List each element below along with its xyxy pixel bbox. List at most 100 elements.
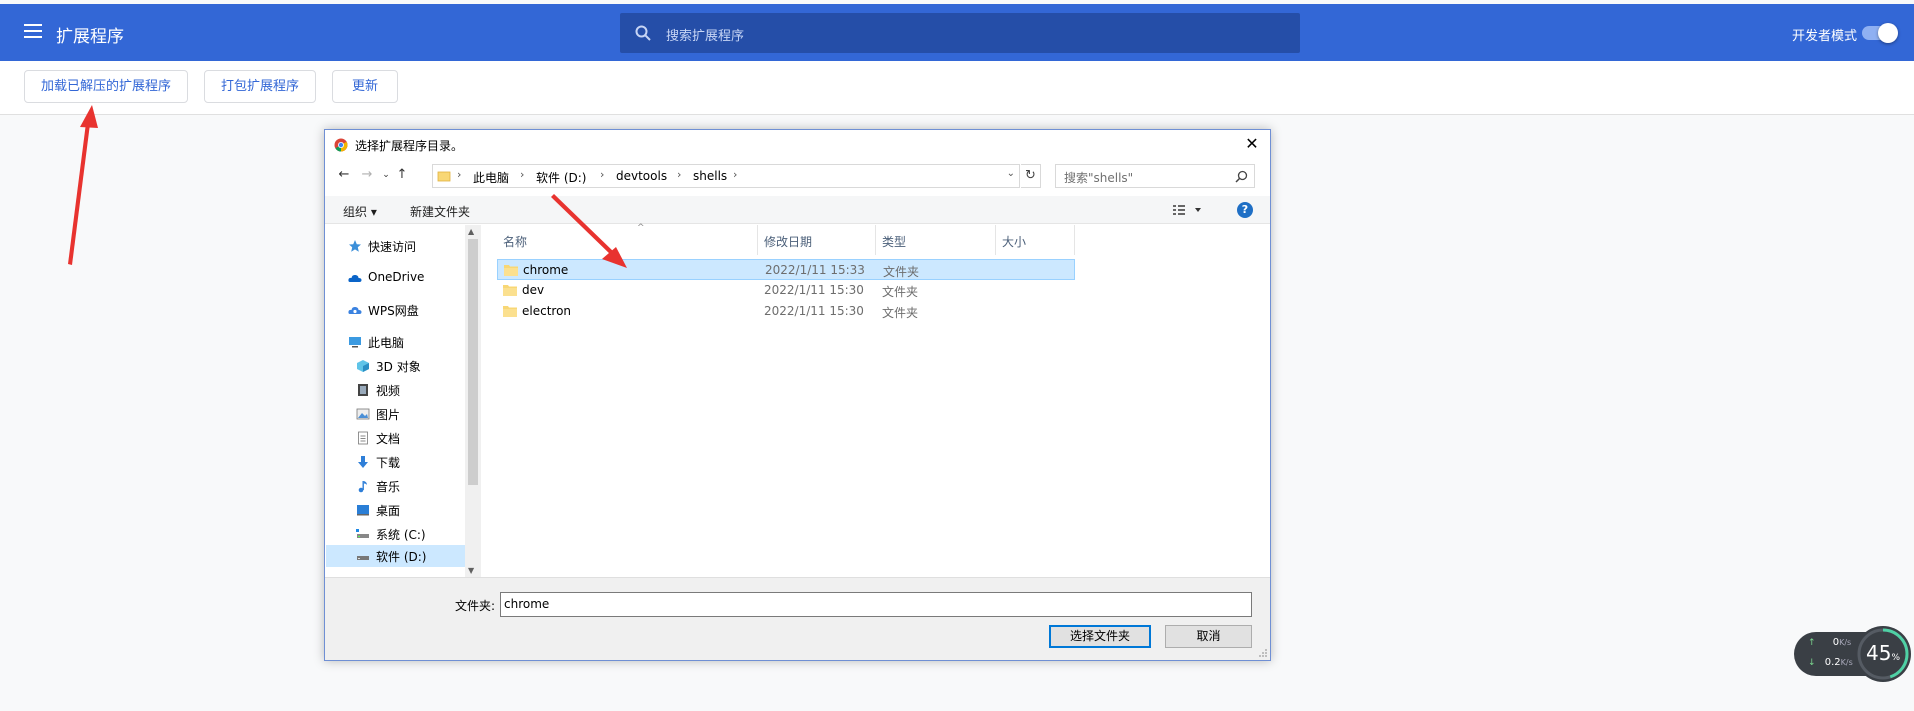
breadcrumb-shells[interactable]: shells <box>693 169 727 183</box>
select-folder-button[interactable]: 选择文件夹 <box>1049 625 1151 648</box>
breadcrumb-chevron-icon: › <box>733 168 738 181</box>
breadcrumb-chevron-icon: › <box>600 168 605 181</box>
screen: 扩展程序 搜索扩展程序 开发者模式 加载已解压的扩展程序 打包扩展程序 更新 选… <box>0 0 1914 711</box>
nav-item-onedrive[interactable]: OneDrive <box>348 267 458 289</box>
download-icon <box>358 456 368 468</box>
folder-icon <box>437 171 451 182</box>
cancel-button[interactable]: 取消 <box>1165 625 1252 648</box>
close-icon[interactable]: ✕ <box>1242 134 1262 154</box>
navigation-scrollbar[interactable]: ▲ ▼ <box>465 225 481 577</box>
dialog-title: 选择扩展程序目录。 <box>355 139 464 153</box>
document-icon <box>358 431 368 445</box>
column-label: 修改日期 <box>764 235 813 249</box>
file-type: 文件夹 <box>883 265 920 279</box>
folder-label: 文件夹: <box>455 599 496 613</box>
folder-icon <box>503 285 517 296</box>
file-row[interactable]: chrome 2022/1/11 15:33 文件夹 <box>497 259 1075 280</box>
nav-item-drive-c[interactable]: 系统 (C:) <box>356 523 458 545</box>
cloud-drive-icon <box>348 306 362 314</box>
hamburger-menu-icon[interactable] <box>24 24 42 38</box>
nav-item-pictures[interactable]: 图片 <box>356 403 458 425</box>
refresh-icon[interactable]: ↻ <box>1021 164 1041 188</box>
file-date: 2022/1/11 15:30 <box>764 283 864 297</box>
nav-item-videos[interactable]: 视频 <box>356 379 458 401</box>
command-bar: 组织 ▾ 新建文件夹 ? <box>325 196 1270 224</box>
file-row[interactable]: dev 2022/1/11 15:30 文件夹 <box>497 280 1075 301</box>
column-header-type[interactable]: 类型 <box>876 225 996 255</box>
computer-icon <box>349 337 361 348</box>
forward-arrow-icon[interactable]: → <box>358 166 376 184</box>
back-arrow-icon[interactable]: ← <box>335 166 353 184</box>
update-button[interactable]: 更新 <box>332 70 398 103</box>
music-icon <box>358 481 367 493</box>
address-dropdown-chevron-icon[interactable]: ⌄ <box>1007 168 1015 179</box>
nav-item-documents[interactable]: 文档 <box>356 427 458 449</box>
address-bar[interactable]: › 此电脑 › 软件 (D:) › devtools › shells › ⌄ <box>432 164 1020 188</box>
up-arrow-icon[interactable]: ↑ <box>393 166 411 184</box>
column-header-modified[interactable]: 修改日期 <box>758 225 876 255</box>
pack-extension-button[interactable]: 打包扩展程序 <box>204 70 316 103</box>
nav-label: WPS网盘 <box>368 304 419 318</box>
dialog-footer: 文件夹: chrome 选择文件夹 取消 <box>325 577 1270 660</box>
nav-item-music[interactable]: 音乐 <box>356 475 458 497</box>
drive-icon <box>357 556 369 560</box>
extensions-header: 扩展程序 搜索扩展程序 开发者模式 <box>0 4 1914 61</box>
extensions-toolbar: 加载已解压的扩展程序 打包扩展程序 更新 <box>0 61 1914 115</box>
nav-label: 音乐 <box>376 480 401 494</box>
column-header-size[interactable]: 大小 <box>996 225 1075 255</box>
load-unpacked-button[interactable]: 加载已解压的扩展程序 <box>24 70 188 103</box>
folder-icon <box>504 265 518 276</box>
scrollbar-thumb[interactable] <box>468 239 478 485</box>
nav-label: 系统 (C:) <box>376 528 426 542</box>
nav-item-desktop[interactable]: 桌面 <box>356 499 458 521</box>
file-row[interactable]: electron 2022/1/11 15:30 文件夹 <box>497 301 1075 322</box>
resize-grip-icon[interactable] <box>1258 648 1268 658</box>
breadcrumb-this-pc[interactable]: 此电脑 <box>473 169 509 186</box>
nav-label: 下载 <box>376 456 401 470</box>
new-folder-button[interactable]: 新建文件夹 <box>410 203 470 220</box>
desktop-icon <box>357 505 369 516</box>
nav-label: 桌面 <box>376 504 401 518</box>
file-name: chrome <box>523 263 569 277</box>
nav-label: 快速访问 <box>368 240 417 254</box>
upload-unit: K/s <box>1839 638 1852 647</box>
column-label: 大小 <box>1002 235 1027 249</box>
dialog-titlebar: 选择扩展程序目录。 ✕ <box>325 130 1270 158</box>
search-placeholder: 搜索扩展程序 <box>666 29 745 44</box>
column-header-name[interactable]: ^ 名称 <box>497 223 758 255</box>
annotation-arrow-load-unpacked <box>68 105 98 265</box>
nav-item-drive-d[interactable]: 软件 (D:) <box>326 545 465 567</box>
drive-icon <box>356 529 369 538</box>
help-icon[interactable]: ? <box>1237 202 1253 218</box>
file-date: 2022/1/11 15:30 <box>764 304 864 318</box>
nav-label: 此电脑 <box>368 336 405 350</box>
view-options-icon[interactable] <box>1173 204 1203 216</box>
nav-item-3d-objects[interactable]: 3D 对象 <box>356 355 458 377</box>
file-list: ^ 名称 修改日期 类型 大小 chrome 2022/1/11 15:33 文… <box>482 223 1270 577</box>
nav-item-wps-drive[interactable]: WPS网盘 <box>348 299 458 321</box>
developer-mode-toggle[interactable] <box>1862 23 1898 43</box>
search-extensions-input[interactable]: 搜索扩展程序 <box>620 13 1300 53</box>
folder-search-input[interactable]: 搜索"shells" <box>1055 164 1255 188</box>
scroll-down-icon[interactable]: ▼ <box>468 566 474 575</box>
nav-label: 软件 (D:) <box>376 550 427 564</box>
file-date: 2022/1/11 15:33 <box>765 263 865 277</box>
memory-usage-gauge[interactable]: 45% <box>1855 626 1911 682</box>
cube-icon <box>357 360 369 372</box>
star-icon <box>349 240 361 252</box>
chrome-logo-icon <box>334 138 348 152</box>
nav-item-this-pc[interactable]: 此电脑 <box>348 331 458 353</box>
download-value: 0.2 <box>1824 657 1841 668</box>
sort-ascending-icon: ^ <box>637 223 645 233</box>
folder-name-input[interactable]: chrome <box>500 592 1252 617</box>
breadcrumb-devtools[interactable]: devtools <box>616 169 667 183</box>
upload-speed: ↑ 0K/s <box>1808 637 1852 648</box>
folder-search-placeholder: 搜索"shells" <box>1064 171 1134 185</box>
breadcrumb-drive-d[interactable]: 软件 (D:) <box>536 169 586 186</box>
file-name: electron <box>522 304 572 318</box>
nav-label: OneDrive <box>368 270 425 284</box>
organize-menu[interactable]: 组织 ▾ <box>343 203 377 220</box>
nav-item-quick-access[interactable]: 快速访问 <box>348 235 458 257</box>
nav-item-downloads[interactable]: 下载 <box>356 451 458 473</box>
scroll-up-icon[interactable]: ▲ <box>468 227 474 236</box>
